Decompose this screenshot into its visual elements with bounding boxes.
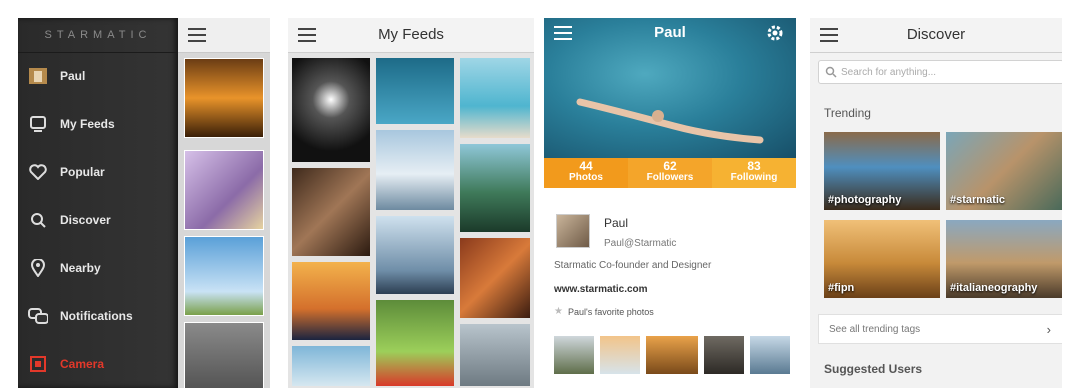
side-menu: STARMATIC Paul My Feeds Popular Discover (18, 18, 178, 388)
profile-cover-photo: Paul (544, 18, 796, 158)
page-title: Paul (654, 24, 686, 41)
chevron-right-icon: › (1046, 321, 1051, 337)
search-icon (28, 210, 48, 230)
menu-item-camera[interactable]: Camera (18, 344, 178, 384)
discover-screen: Discover Search for anything... Trending… (810, 18, 1062, 388)
avatar (556, 214, 590, 248)
menu-item-nearby[interactable]: Nearby (18, 248, 178, 288)
photo-thumbnail[interactable] (184, 236, 264, 316)
stat-value: 44 (579, 159, 593, 173)
profile-name: Paul (604, 216, 629, 230)
page-title: My Feeds (378, 26, 444, 43)
search-input[interactable]: Search for anything... (818, 60, 1062, 84)
stat-followers[interactable]: 62 Followers (628, 158, 712, 188)
trending-heading: Trending (824, 106, 871, 120)
feed-photo[interactable] (376, 130, 454, 210)
photo-thumbnail[interactable] (184, 322, 264, 388)
favorite-photo[interactable] (646, 336, 698, 374)
menu-item-label: My Feeds (60, 117, 115, 131)
menu-item-notifications[interactable]: Notifications (18, 296, 178, 336)
menu-item-profile[interactable]: Paul (18, 56, 178, 96)
feeds-header: My Feeds (288, 18, 534, 53)
profile-stats: 44 Photos 62 Followers 83 Following (544, 158, 796, 188)
menu-item-label: Nearby (60, 261, 101, 275)
stat-following[interactable]: 83 Following (712, 158, 796, 188)
trending-tag-label: #italianeography (950, 282, 1038, 294)
photo-thumbnail[interactable] (184, 58, 264, 138)
speech-bubbles-icon (28, 306, 48, 326)
feed-photo[interactable] (460, 58, 530, 138)
feed-photo[interactable] (292, 262, 370, 340)
suggested-users-heading: Suggested Users (824, 362, 923, 376)
favorite-photo[interactable] (600, 336, 640, 374)
menu-item-popular[interactable]: Popular (18, 152, 178, 192)
profile-handle: Paul@Starmatic (604, 238, 677, 249)
feed-photo[interactable] (292, 346, 370, 386)
feed-photo[interactable] (376, 216, 454, 294)
hamburger-menu-icon[interactable] (188, 28, 206, 42)
stat-value: 62 (663, 159, 677, 173)
star-icon: ★ (554, 306, 563, 317)
photo-thumbnail[interactable] (184, 150, 264, 230)
stat-value: 83 (747, 159, 761, 173)
feed-photo[interactable] (460, 144, 530, 232)
favorite-photo[interactable] (554, 336, 594, 374)
trending-tag-tile[interactable]: #fipn (824, 220, 940, 298)
menu-item-discover[interactable]: Discover (18, 200, 178, 240)
feeds-icon (28, 114, 48, 134)
menu-item-label: Notifications (60, 309, 133, 323)
see-all-label: See all trending tags (829, 323, 921, 335)
trending-tag-tile[interactable]: #italianeography (946, 220, 1062, 298)
feed-photo[interactable] (292, 58, 370, 162)
brand-logo: STARMATIC (18, 18, 178, 53)
see-all-trending-button[interactable]: See all trending tags › (818, 314, 1062, 344)
page-title: Discover (906, 26, 966, 43)
feed-photo[interactable] (292, 168, 370, 256)
stat-photos[interactable]: 44 Photos (544, 158, 628, 188)
stat-label: Photos (569, 172, 603, 183)
stat-label: Following (730, 172, 778, 183)
camera-icon (28, 354, 48, 374)
menu-item-label: Discover (60, 213, 111, 227)
feed-photo[interactable] (376, 300, 454, 386)
location-pin-icon (28, 258, 48, 278)
preview-header (178, 18, 270, 53)
feed-photo[interactable] (376, 58, 454, 124)
profile-screen: Paul 44 Photos 62 Followers 83 Following… (544, 18, 796, 388)
favorites-label: Paul's favorite photos (568, 307, 654, 317)
menu-item-label: Camera (60, 357, 105, 371)
search-placeholder: Search for anything... (841, 66, 937, 78)
trending-tag-label: #fipn (828, 282, 855, 294)
swimmer-figure (576, 98, 764, 144)
heart-icon (28, 162, 48, 182)
my-feeds-screen: My Feeds (288, 18, 534, 388)
favorite-photo[interactable] (750, 336, 790, 374)
trending-tag-label: #photography (828, 194, 902, 206)
discover-header: Discover (810, 18, 1062, 53)
menu-item-label: Paul (60, 69, 86, 83)
profile-bio: Starmatic Co-founder and Designer (554, 260, 712, 271)
trending-tag-tile[interactable]: #photography (824, 132, 940, 210)
feed-photo[interactable] (460, 238, 530, 318)
menu-screen: STARMATIC Paul My Feeds Popular Discover (18, 18, 270, 388)
menu-item-my-feeds[interactable]: My Feeds (18, 104, 178, 144)
trending-tag-tile[interactable]: #starmatic (946, 132, 1062, 210)
menu-item-label: Popular (60, 165, 105, 179)
profile-website-link[interactable]: www.starmatic.com (554, 284, 648, 295)
stat-label: Followers (646, 172, 694, 183)
trending-tag-label: #starmatic (950, 194, 1006, 206)
feed-photo[interactable] (460, 324, 530, 386)
background-feed-preview (178, 18, 270, 388)
favorite-photo[interactable] (704, 336, 744, 374)
search-icon (825, 66, 837, 78)
user-avatar-icon (28, 66, 48, 86)
gear-icon[interactable] (766, 24, 784, 47)
